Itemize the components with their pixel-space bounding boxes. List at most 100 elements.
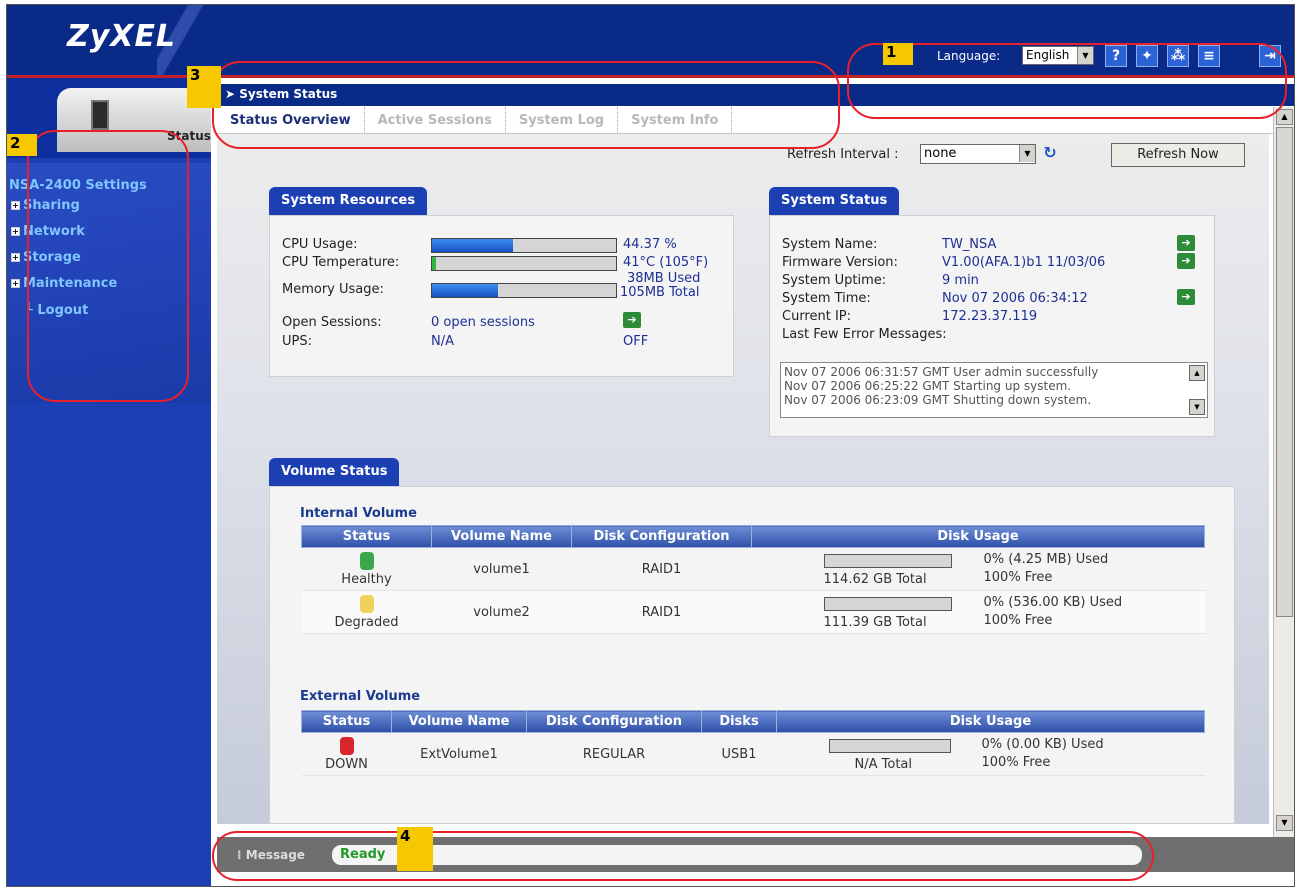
expand-icon: +	[11, 227, 20, 236]
column-header: Status	[301, 525, 432, 548]
scroll-down-icon[interactable]: ▼	[1276, 815, 1293, 831]
column-header: Disk Configuration	[526, 710, 702, 733]
column-header: Status	[301, 710, 392, 733]
error-messages-label: Last Few Error Messages:	[782, 327, 947, 342]
server-icon	[91, 100, 109, 130]
error-messages-box[interactable]: Nov 07 2006 06:31:57 GMT User admin succ…	[780, 362, 1208, 418]
status-cell: DOWN	[301, 732, 392, 776]
scroll-up-icon[interactable]: ▲	[1189, 365, 1205, 381]
refresh-interval-value: none	[924, 146, 957, 161]
callout-ring-2	[27, 130, 189, 402]
current-ip-value: 172.23.37.119	[942, 309, 1038, 324]
refresh-interval-label: Refresh Interval :	[787, 147, 899, 162]
cpu-temp-label: CPU Temperature:	[282, 255, 400, 270]
callout-badge-1: 1	[883, 43, 913, 65]
status-cell: Degraded	[301, 590, 432, 634]
callout-badge-2: 2	[7, 134, 37, 156]
ups-value: N/A	[431, 334, 454, 349]
go-arrow-icon[interactable]: ➔	[623, 312, 641, 328]
table-row: DOWN ExtVolume1 REGULAR USB1 N/A Total 0%…	[301, 732, 1205, 776]
volume-status-title: Volume Status	[269, 458, 400, 486]
main-scrollbar[interactable]: ▲ ▼	[1273, 107, 1294, 837]
disk-config-cell: REGULAR	[526, 732, 702, 776]
memory-usage-bar	[431, 283, 617, 298]
volume-name-cell: ExtVolume1	[391, 732, 527, 776]
error-line: Nov 07 2006 06:31:57 GMT User admin succ…	[784, 365, 1099, 379]
disk-config-cell: RAID1	[571, 590, 752, 634]
go-arrow-icon[interactable]: ➔	[1177, 235, 1195, 251]
disk-usage-bar	[823, 597, 952, 611]
chevron-down-icon: ▼	[1019, 145, 1035, 162]
refresh-now-button[interactable]: Refresh Now	[1111, 143, 1245, 167]
memory-usage-label: Memory Usage:	[282, 282, 384, 297]
column-header: Disks	[701, 710, 777, 733]
scroll-thumb[interactable]	[1276, 127, 1293, 617]
column-header: Disk Usage	[776, 710, 1205, 733]
go-arrow-icon[interactable]: ➔	[1177, 289, 1195, 305]
system-name-value: TW_NSA	[942, 237, 997, 252]
disk-free: 100% Free	[983, 613, 1053, 628]
disks-cell: USB1	[701, 732, 777, 776]
disk-free: 100% Free	[981, 755, 1051, 770]
external-volume-title: External Volume	[300, 689, 421, 704]
disk-usage-bar	[828, 739, 951, 753]
table-row: Healthy volume1 RAID1 114.62 GB Total 0% …	[301, 547, 1205, 591]
error-line: Nov 07 2006 06:23:09 GMT Shutting down s…	[784, 393, 1092, 407]
disk-total: N/A Total	[854, 757, 913, 772]
internal-volume-title: Internal Volume	[300, 506, 417, 521]
disk-usage-bar	[823, 554, 952, 568]
open-sessions-value: 0 open sessions	[431, 315, 535, 330]
external-volume-table: Status Volume Name Disk Configuration Di…	[301, 710, 1205, 776]
cpu-usage-bar	[431, 238, 617, 253]
column-header: Disk Configuration	[571, 525, 752, 548]
ups-state: OFF	[623, 334, 649, 349]
disk-total: 114.62 GB Total	[823, 572, 927, 587]
down-disk-icon	[339, 736, 354, 755]
refresh-icon[interactable]: ↻	[1040, 143, 1060, 163]
memory-usage-fill	[432, 284, 499, 297]
disk-free: 100% Free	[983, 570, 1053, 585]
scroll-up-icon[interactable]: ▲	[1276, 109, 1293, 125]
internal-volume-table: Status Volume Name Disk Configuration Di…	[301, 525, 1205, 634]
expand-icon: +	[11, 253, 20, 262]
disk-used: 0% (4.25 MB) Used	[983, 552, 1109, 567]
cpu-temp-bar	[431, 256, 617, 271]
open-sessions-label: Open Sessions:	[282, 315, 382, 330]
column-header: Volume Name	[391, 710, 527, 733]
cpu-usage-fill	[432, 239, 513, 252]
system-status-title: System Status	[769, 187, 900, 215]
disk-usage-cell: 111.39 GB Total 0% (536.00 KB) Used 100% F…	[751, 590, 1205, 634]
status-cell: Healthy	[301, 547, 432, 591]
system-name-label: System Name:	[782, 237, 878, 252]
callout-ring-1	[847, 43, 1287, 119]
system-time-value: Nov 07 2006 06:34:12	[942, 291, 1088, 306]
disk-usage-cell: N/A Total 0% (0.00 KB) Used 100% Free	[776, 732, 1205, 776]
memory-used-value: 38MB Used	[627, 271, 701, 286]
firmware-value: V1.00(AFA.1)b1 11/03/06	[942, 255, 1106, 270]
system-resources-title: System Resources	[269, 187, 428, 215]
refresh-interval-select[interactable]: none ▼	[920, 144, 1036, 164]
volume-name-cell: volume1	[431, 547, 572, 591]
volume-name-cell: volume2	[431, 590, 572, 634]
app-window: ZyXEL Language: English ▼ ? ✦ ⁂ ≡ ⇥ Stat…	[6, 4, 1295, 887]
expand-icon: +	[11, 279, 20, 288]
disk-config-cell: RAID1	[571, 547, 752, 591]
callout-badge-4: 4	[397, 827, 433, 871]
cpu-usage-label: CPU Usage:	[282, 237, 358, 252]
disk-used: 0% (0.00 KB) Used	[981, 737, 1104, 752]
uptime-label: System Uptime:	[782, 273, 887, 288]
go-arrow-icon[interactable]: ➔	[1177, 253, 1195, 269]
uptime-value: 9 min	[942, 273, 979, 288]
scroll-down-icon[interactable]: ▼	[1189, 399, 1205, 415]
system-time-label: System Time:	[782, 291, 871, 306]
status-text: Degraded	[334, 614, 399, 630]
disk-total: 111.39 GB Total	[823, 615, 927, 630]
degraded-disk-icon	[359, 594, 374, 613]
callout-ring-3	[212, 61, 840, 149]
cpu-temp-fill	[432, 257, 436, 270]
ups-label: UPS:	[282, 334, 312, 349]
firmware-label: Firmware Version:	[782, 255, 898, 270]
callout-ring-4	[212, 831, 1154, 881]
memory-total-value: 105MB Total	[620, 285, 700, 300]
status-text: Healthy	[341, 571, 392, 587]
